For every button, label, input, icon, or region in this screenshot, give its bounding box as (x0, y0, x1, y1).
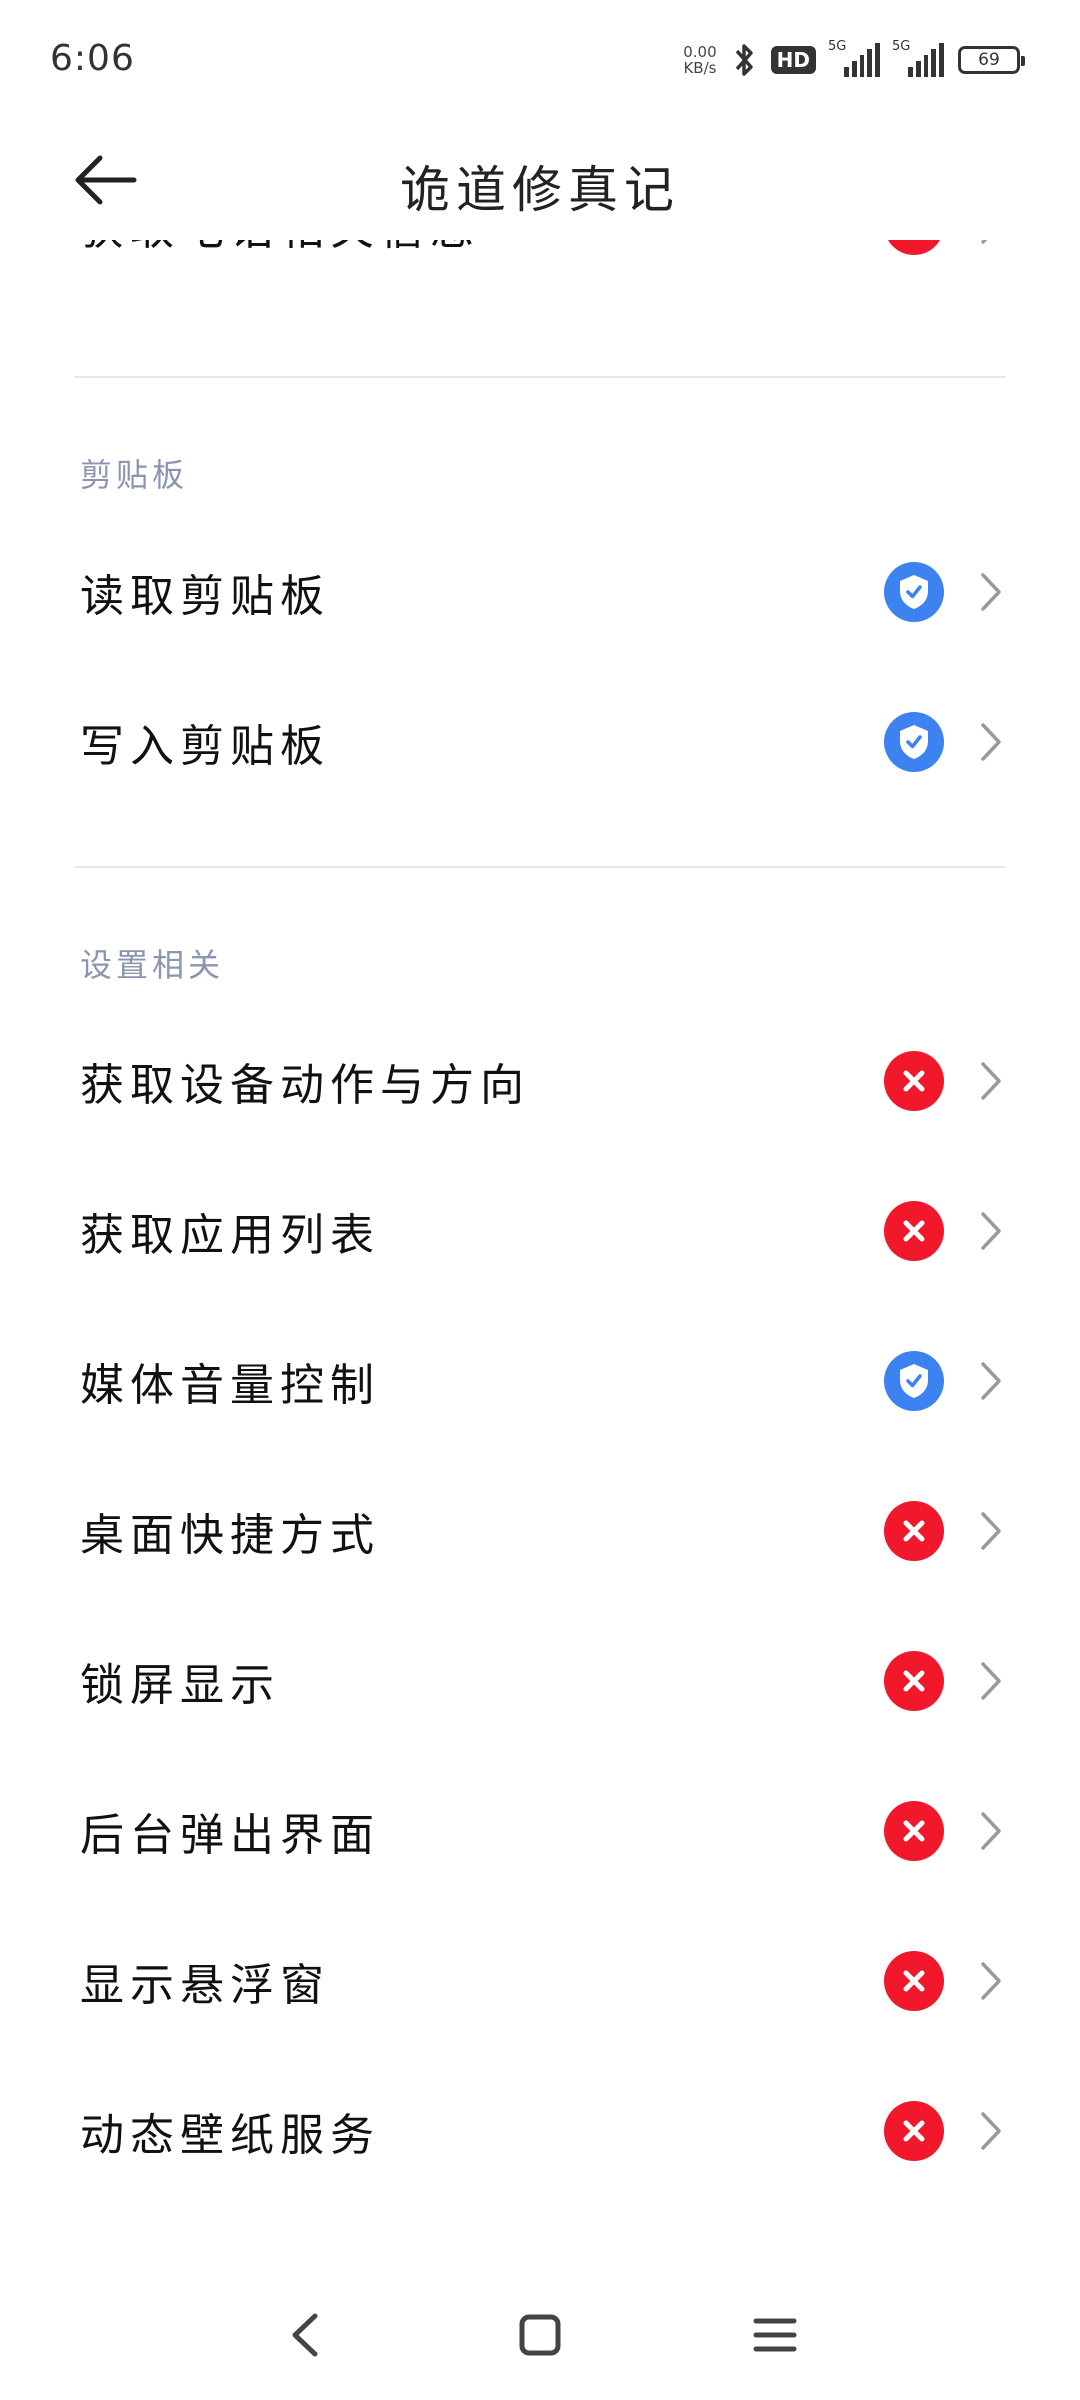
permission-label: 媒体音量控制 (80, 1360, 380, 1411)
chevron-right-icon (981, 1062, 1001, 1100)
denied-x-icon (884, 2101, 944, 2161)
section-divider (75, 866, 1005, 868)
denied-x-icon (884, 240, 944, 255)
chevron-right-icon (981, 573, 1001, 611)
permission-list: 获取电话相关信息 剪贴板 读取剪贴板 写入剪贴板 设置相关 获取设备动作与方向 … (0, 240, 1080, 2270)
status-time: 6:06 (50, 38, 135, 79)
permission-row-read-clipboard[interactable]: 读取剪贴板 (0, 517, 1080, 667)
permission-row-device-motion[interactable]: 获取设备动作与方向 (0, 1006, 1080, 1156)
permission-label: 读取剪贴板 (80, 571, 330, 622)
chevron-right-icon (981, 1512, 1001, 1550)
page-title: 诡道修真记 (400, 161, 680, 219)
allowed-shield-icon (884, 562, 944, 622)
denied-x-icon (884, 1951, 944, 2011)
chevron-right-icon (981, 1662, 1001, 1700)
chevron-right-icon (981, 1362, 1001, 1400)
permission-row-desktop-shortcut[interactable]: 桌面快捷方式 (0, 1456, 1080, 1606)
status-bar: 6:06 0.00 KB/s HD 5G 5G 69 (0, 0, 1080, 120)
permission-row-media-volume[interactable]: 媒体音量控制 (0, 1306, 1080, 1456)
permission-row-app-list[interactable]: 获取应用列表 (0, 1156, 1080, 1306)
section-divider (75, 376, 1005, 378)
denied-x-icon (884, 1201, 944, 1261)
permission-label: 后台弹出界面 (80, 1810, 380, 1861)
battery-level: 69 (978, 50, 1000, 70)
allowed-shield-icon (884, 712, 944, 772)
denied-x-icon (884, 1501, 944, 1561)
section-title-settings: 设置相关 (80, 946, 225, 984)
triangle-back-icon (292, 2313, 318, 2357)
chevron-right-icon (981, 2112, 1001, 2150)
permission-label: 桌面快捷方式 (80, 1510, 380, 1561)
square-home-icon (519, 2314, 561, 2356)
bluetooth-icon (735, 44, 753, 76)
menu-lines-icon (753, 2318, 797, 2352)
chevron-right-icon (981, 240, 988, 244)
permission-label: 显示悬浮窗 (80, 1960, 330, 2011)
hd-voice-badge: HD (770, 46, 816, 74)
chevron-right-icon (981, 1812, 1001, 1850)
section-title-clipboard: 剪贴板 (80, 456, 189, 494)
permission-label: 写入剪贴板 (80, 721, 330, 772)
permission-row-background-popup[interactable]: 后台弹出界面 (0, 1756, 1080, 1906)
permission-label: 获取电话相关信息 (80, 240, 480, 257)
permission-label: 获取应用列表 (80, 1210, 380, 1261)
denied-x-icon (884, 1051, 944, 1111)
chevron-right-icon (981, 723, 1001, 761)
permission-label: 锁屏显示 (80, 1660, 280, 1711)
signal-icon: 5G (828, 39, 880, 77)
allowed-shield-icon (884, 1351, 944, 1411)
denied-x-icon (884, 1651, 944, 1711)
system-navbar (0, 2270, 1080, 2400)
nav-home-button[interactable] (505, 2300, 575, 2370)
network-speed: 0.00 KB/s (683, 43, 717, 77)
permission-row-floating-window[interactable]: 显示悬浮窗 (0, 1906, 1080, 2056)
signal-icon: 5G (892, 39, 944, 77)
permission-row-write-clipboard[interactable]: 写入剪贴板 (0, 667, 1080, 817)
chevron-right-icon (981, 1212, 1001, 1250)
app-header: 诡道修真记 (0, 120, 1080, 240)
permission-label: 获取设备动作与方向 (80, 1060, 530, 1111)
nav-menu-button[interactable] (740, 2300, 810, 2370)
chevron-right-icon (981, 1962, 1001, 2000)
status-icons: 0.00 KB/s HD 5G 5G 69 (683, 38, 1025, 82)
permission-row-lockscreen-display[interactable]: 锁屏显示 (0, 1606, 1080, 1756)
permission-row-phone-info[interactable]: 获取电话相关信息 (0, 240, 1080, 300)
denied-x-icon (884, 1801, 944, 1861)
battery-icon: 69 (958, 46, 1025, 74)
nav-back-button[interactable] (270, 2300, 340, 2370)
permission-row-live-wallpaper[interactable]: 动态壁纸服务 (0, 2056, 1080, 2206)
permission-label: 动态壁纸服务 (80, 2110, 380, 2161)
